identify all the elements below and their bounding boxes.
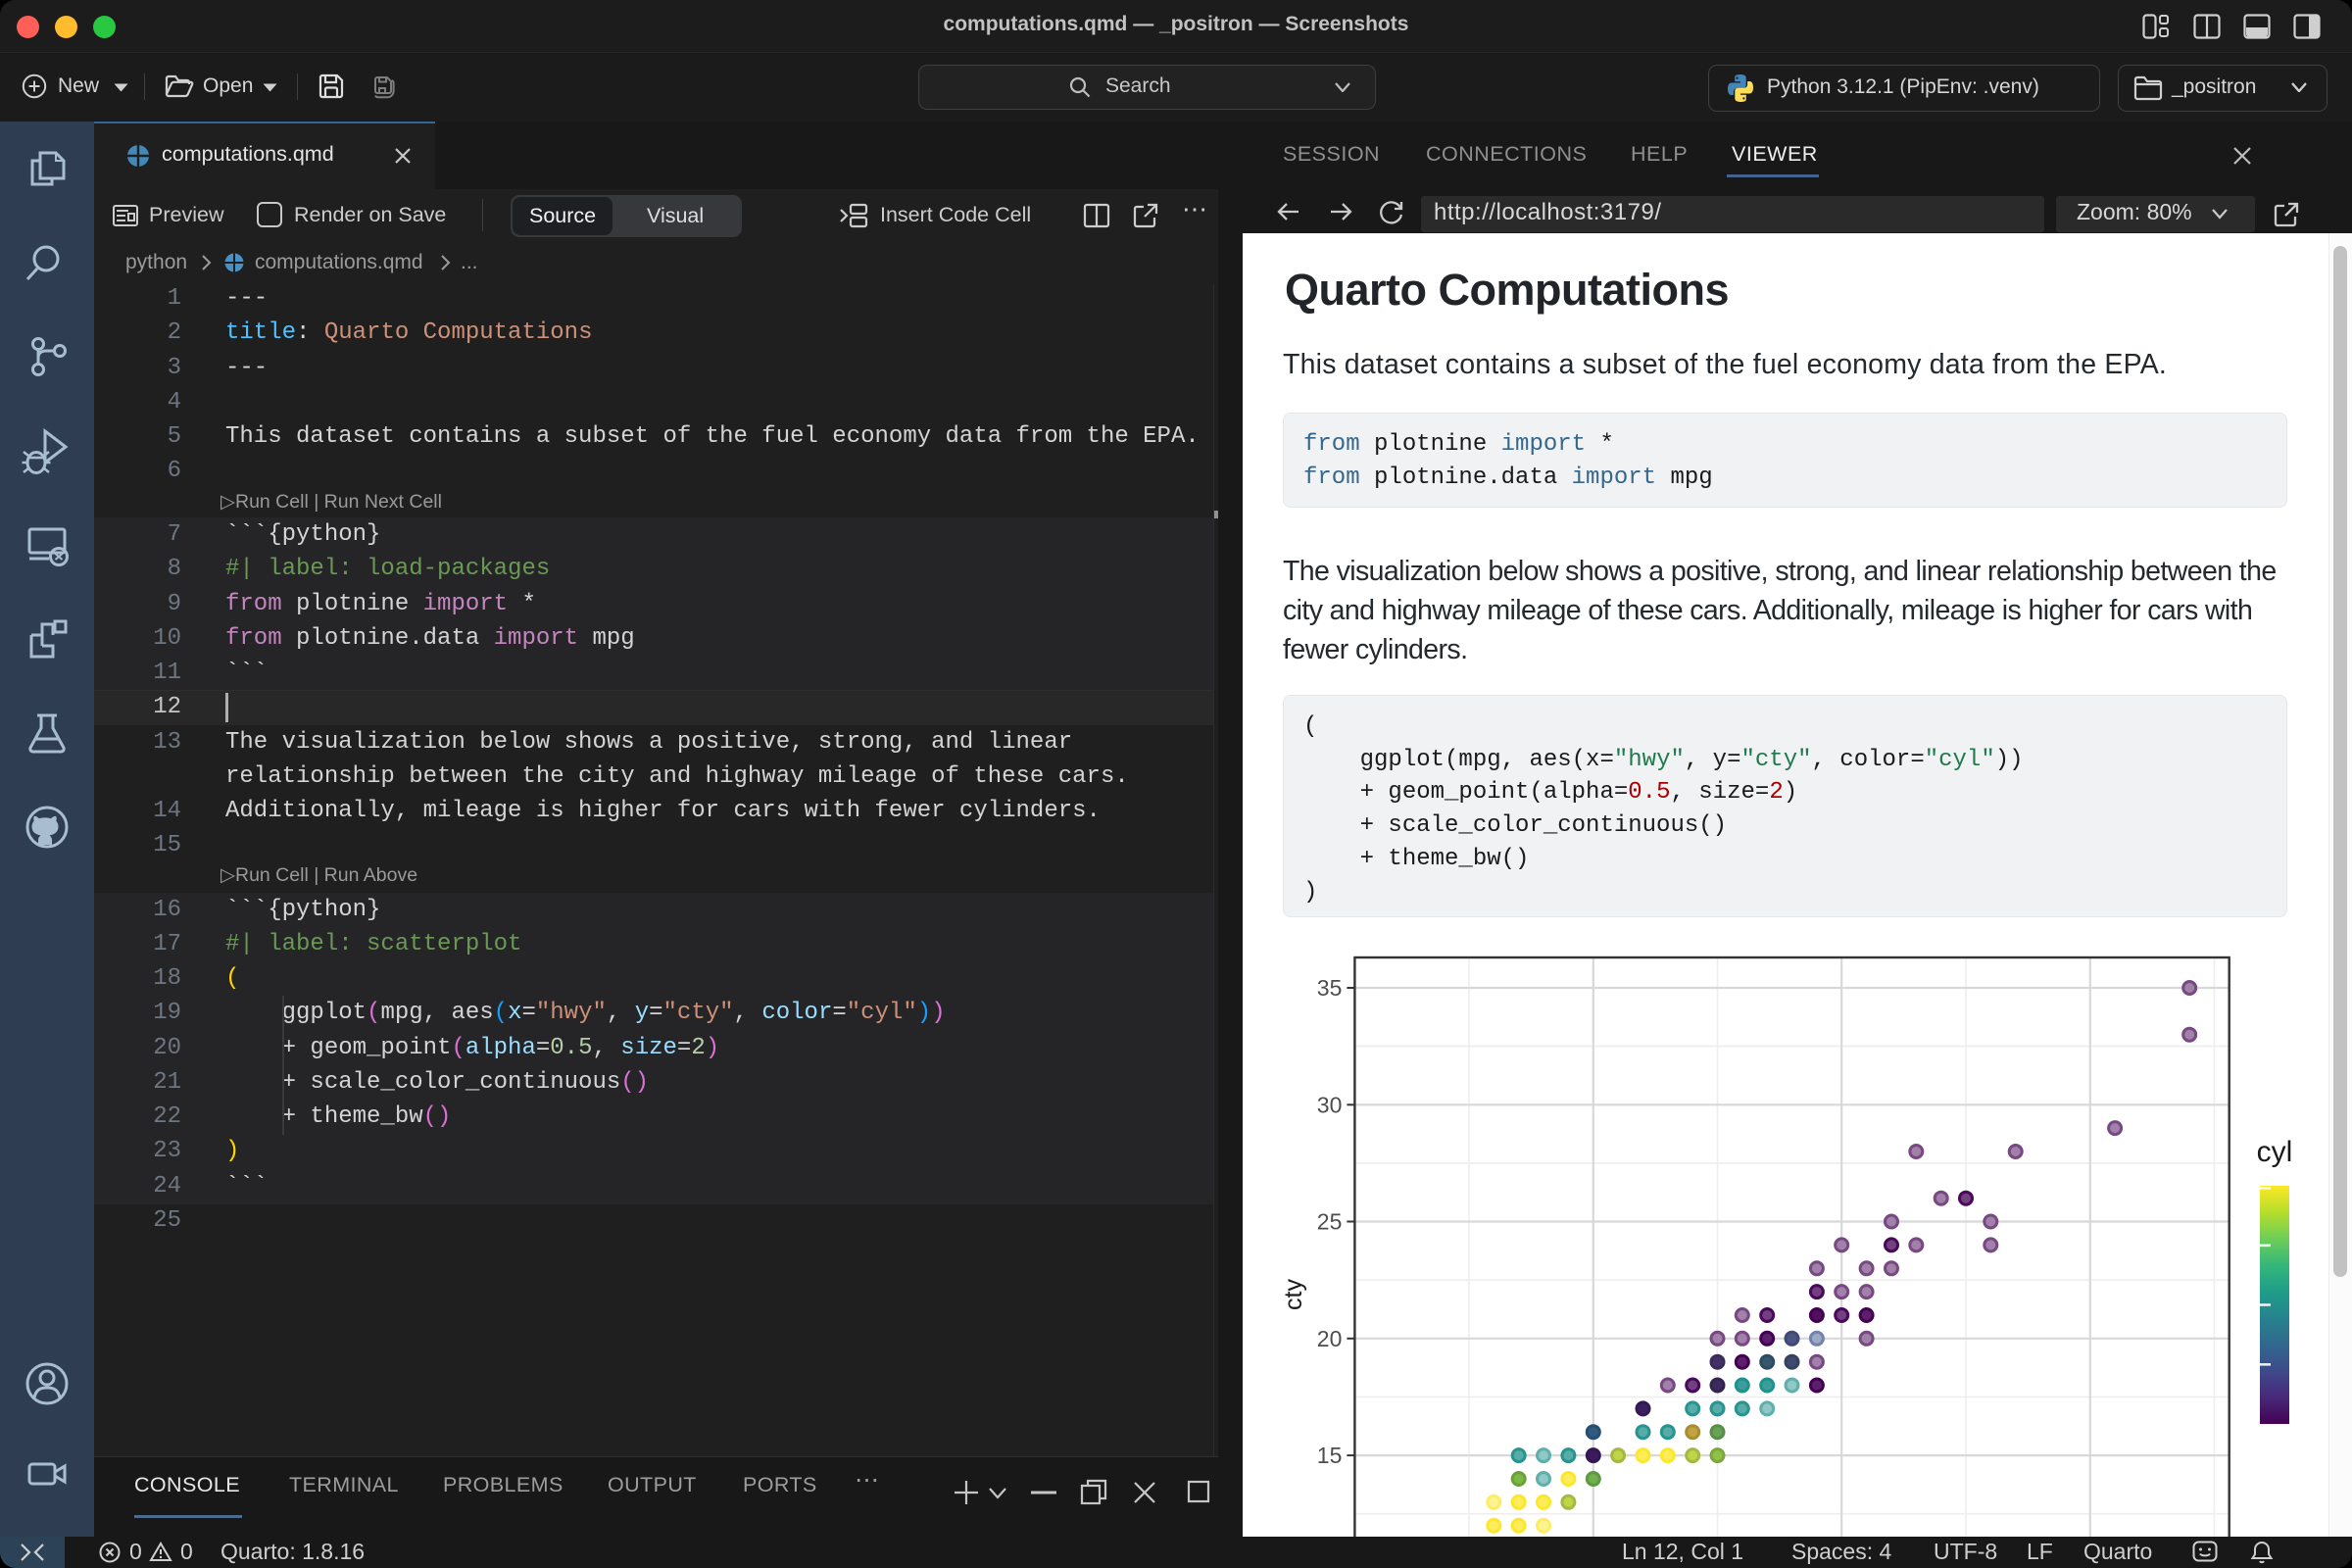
svg-text:25: 25 xyxy=(1317,1209,1343,1235)
svg-text:15: 15 xyxy=(1317,1443,1343,1468)
svg-text:cty: cty xyxy=(1280,1279,1307,1310)
svg-text:20: 20 xyxy=(1317,1326,1343,1351)
svg-text:30: 30 xyxy=(1317,1092,1343,1117)
svg-text:35: 35 xyxy=(1317,975,1343,1001)
svg-text:cyl: cyl xyxy=(2257,1136,2293,1168)
